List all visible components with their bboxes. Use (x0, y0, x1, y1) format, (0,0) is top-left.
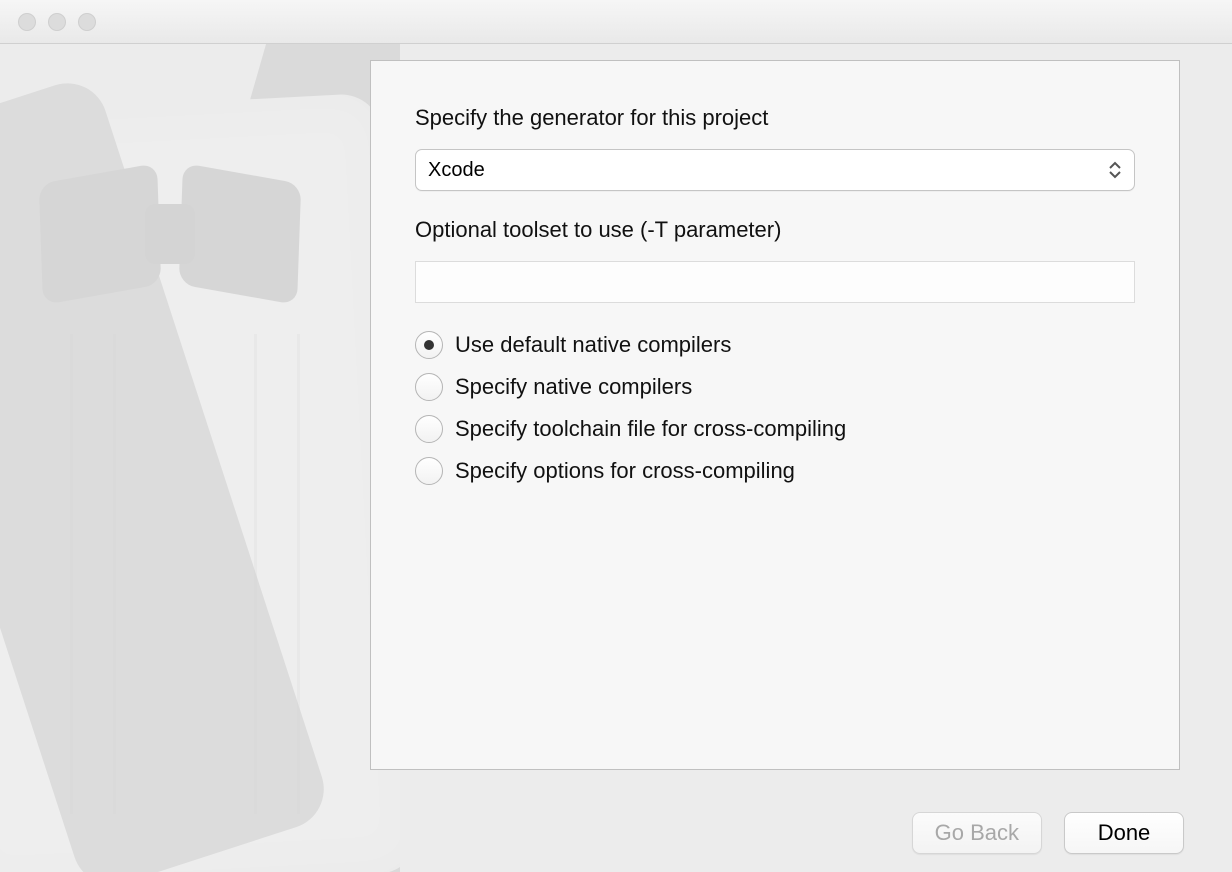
zoom-window-button[interactable] (78, 13, 96, 31)
generator-config-panel: Specify the generator for this project X… (370, 60, 1180, 770)
done-button[interactable]: Done (1064, 812, 1184, 854)
radio-icon (415, 415, 443, 443)
window-titlebar (0, 0, 1232, 44)
radio-icon (415, 457, 443, 485)
dialog-footer: Go Back Done (0, 812, 1232, 854)
go-back-button[interactable]: Go Back (912, 812, 1042, 854)
button-label: Go Back (935, 820, 1019, 846)
toolset-label: Optional toolset to use (-T parameter) (415, 217, 1135, 243)
button-label: Done (1098, 820, 1151, 846)
compiler-mode-radio-group: Use default native compilers Specify nat… (415, 331, 1135, 485)
chevron-up-down-icon (1108, 161, 1122, 179)
radio-icon (415, 331, 443, 359)
radio-default-native[interactable]: Use default native compilers (415, 331, 1135, 359)
radio-label: Specify toolchain file for cross-compili… (455, 416, 846, 442)
radio-icon (415, 373, 443, 401)
generator-select-value: Xcode (428, 159, 1108, 182)
generator-select[interactable]: Xcode (415, 149, 1135, 191)
background-illustration (0, 44, 400, 872)
minimize-window-button[interactable] (48, 13, 66, 31)
radio-label: Use default native compilers (455, 332, 731, 358)
radio-label: Specify native compilers (455, 374, 692, 400)
radio-specify-native[interactable]: Specify native compilers (415, 373, 1135, 401)
radio-cross-compile-options[interactable]: Specify options for cross-compiling (415, 457, 1135, 485)
toolset-input[interactable] (415, 261, 1135, 303)
radio-label: Specify options for cross-compiling (455, 458, 795, 484)
generator-label: Specify the generator for this project (415, 105, 1135, 131)
close-window-button[interactable] (18, 13, 36, 31)
radio-toolchain-file[interactable]: Specify toolchain file for cross-compili… (415, 415, 1135, 443)
